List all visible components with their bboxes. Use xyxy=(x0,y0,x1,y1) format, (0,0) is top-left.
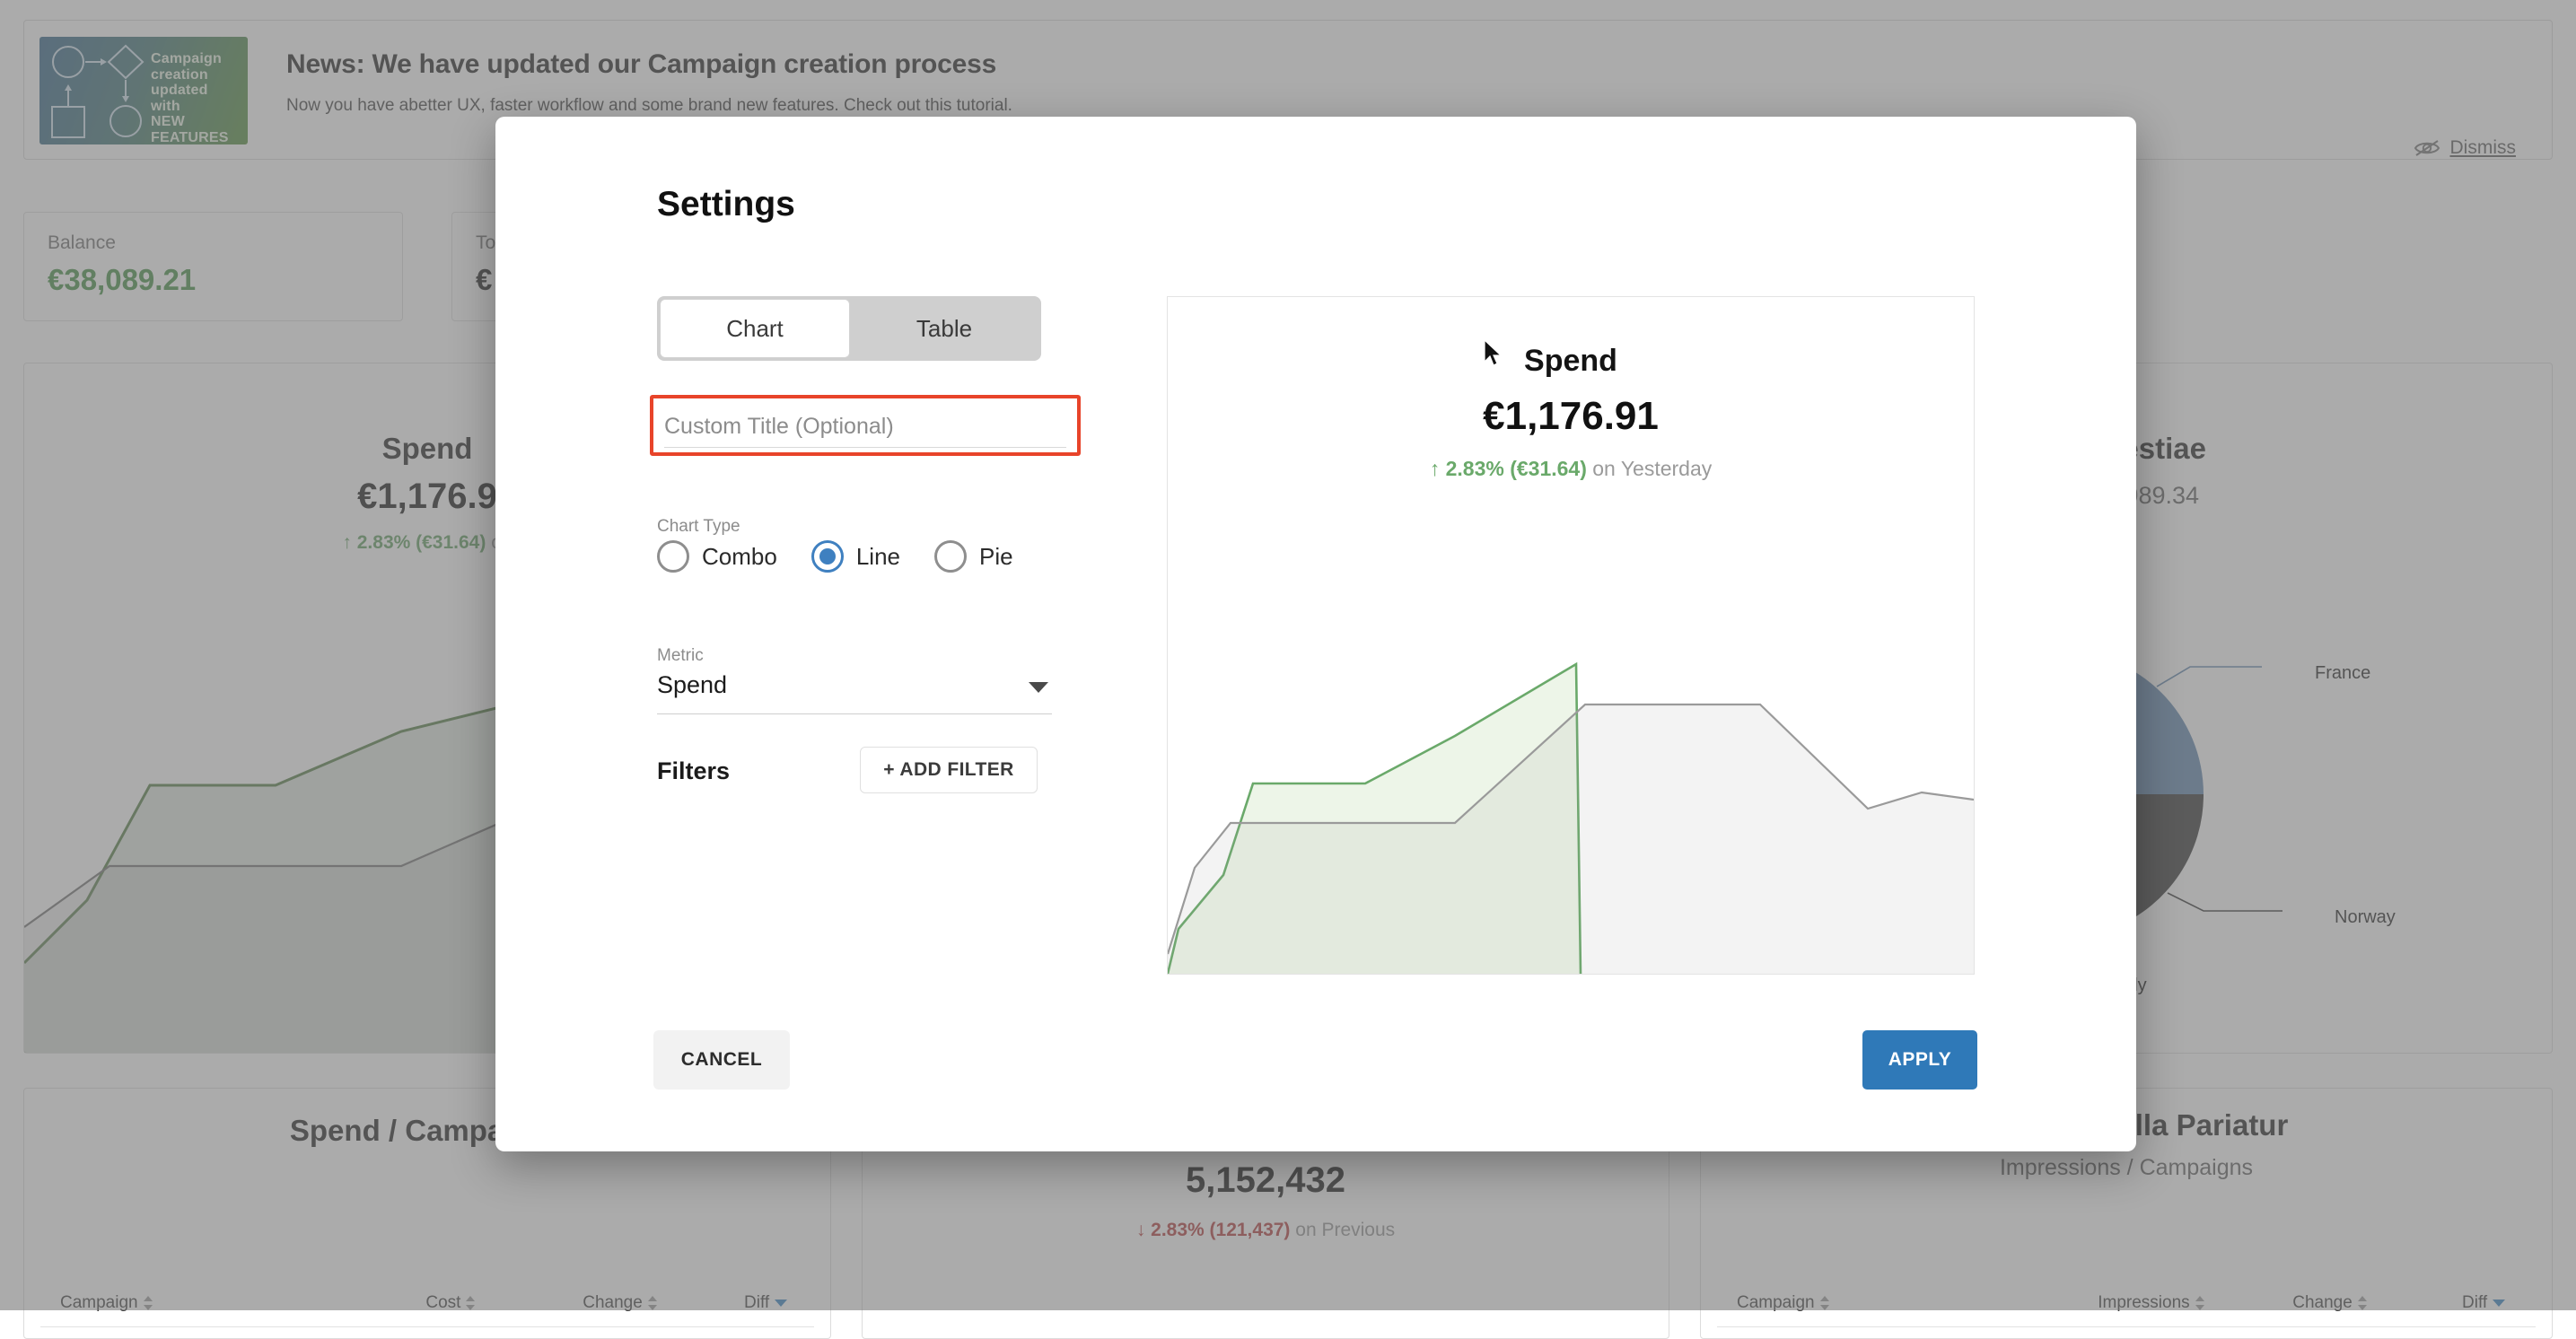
preview-value: €1,176.91 xyxy=(1168,394,1974,439)
chart-preview-card: Spend €1,176.91 ↑ 2.83% (€31.64) on Yest… xyxy=(1167,296,1975,975)
preview-delta: ↑ 2.83% (€31.64) on Yesterday xyxy=(1168,457,1974,481)
table-divider xyxy=(40,1326,814,1327)
tab-table[interactable]: Table xyxy=(850,299,1038,358)
radio-pie[interactable]: Pie xyxy=(934,540,1013,573)
radio-combo[interactable]: Combo xyxy=(657,540,777,573)
field-underline xyxy=(664,447,1066,448)
filters-label: Filters xyxy=(657,757,730,785)
custom-title-input[interactable] xyxy=(664,404,1066,449)
view-mode-tabs: Chart Table xyxy=(657,296,1041,361)
apply-button[interactable]: APPLY xyxy=(1862,1030,1977,1090)
tab-chart[interactable]: Chart xyxy=(660,299,850,358)
table-divider xyxy=(1717,1326,2536,1327)
preview-title: Spend xyxy=(1168,344,1974,379)
dialog-title: Settings xyxy=(657,185,795,224)
radio-line[interactable]: Line xyxy=(811,540,900,573)
delta-value: ↑ 2.83% (€31.64) xyxy=(1430,457,1587,480)
radio-label: Combo xyxy=(702,543,777,571)
radio-circle-icon xyxy=(811,540,844,573)
custom-title-field-highlight xyxy=(650,395,1081,456)
metric-select[interactable]: Spend xyxy=(657,671,1052,714)
radio-label: Line xyxy=(856,543,900,571)
chart-type-label: Chart Type xyxy=(657,517,740,537)
metric-value: Spend xyxy=(657,671,727,698)
cancel-button[interactable]: CANCEL xyxy=(653,1030,790,1090)
metric-label: Metric xyxy=(657,646,704,666)
radio-circle-icon xyxy=(934,540,967,573)
settings-dialog: Settings Chart Table Chart Type Combo Li… xyxy=(495,117,2136,1151)
metric-underline xyxy=(657,713,1052,714)
add-filter-button[interactable]: + ADD FILTER xyxy=(860,747,1038,793)
chevron-down-icon xyxy=(1029,682,1048,693)
radio-circle-icon xyxy=(657,540,689,573)
radio-label: Pie xyxy=(979,543,1013,571)
preview-line-area-chart xyxy=(1168,552,1974,974)
chart-type-radio-group: Combo Line Pie xyxy=(657,540,1013,573)
delta-tail: on Yesterday xyxy=(1592,457,1712,480)
